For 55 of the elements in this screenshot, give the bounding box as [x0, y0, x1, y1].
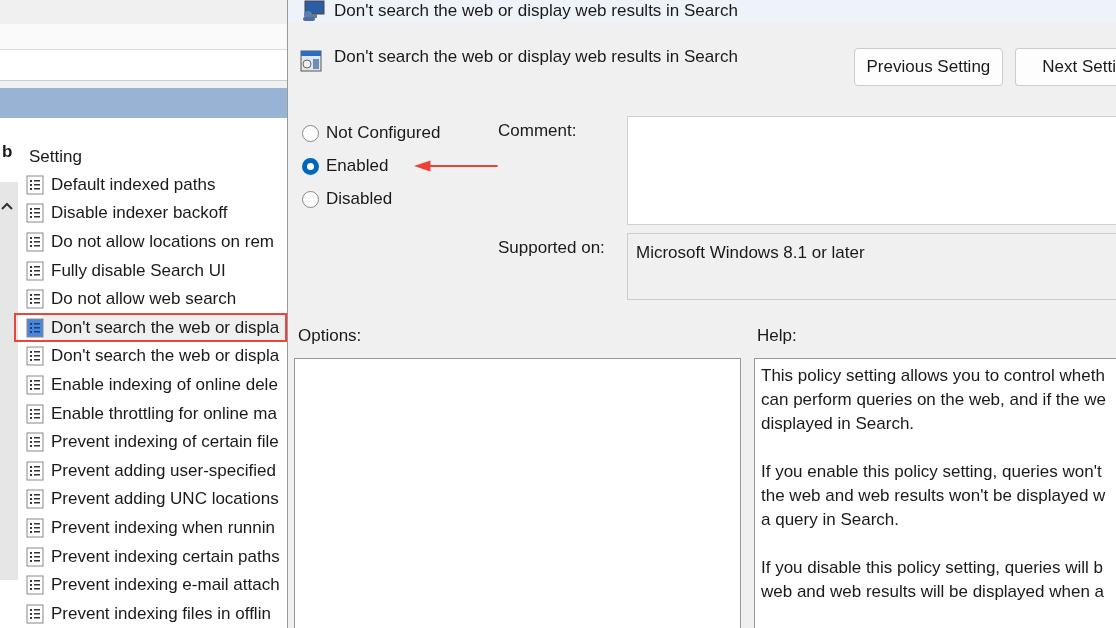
setting-item[interactable]: Disable indexer backoff — [14, 199, 287, 228]
document-icon — [26, 603, 44, 624]
setting-item[interactable]: Prevent indexing when runnin — [14, 513, 287, 543]
setting-item[interactable]: Prevent indexing certain paths — [14, 542, 287, 571]
radio-button[interactable]: Disabled — [302, 189, 393, 209]
document-icon — [26, 403, 44, 424]
help-paragraph: This policy setting allows you to control wheth can perform queries on the web, and if the we displayed in Search. — [761, 365, 1106, 435]
setting-item[interactable]: Prevent adding user-specified — [14, 456, 287, 486]
settings-window-icon — [300, 50, 322, 72]
document-icon — [26, 174, 44, 195]
setting-item[interactable]: Do not allow locations on rem — [14, 227, 287, 257]
radio-circle[interactable] — [302, 190, 319, 208]
document-icon — [26, 517, 44, 538]
document-icon — [26, 289, 44, 310]
help-paragraph: If you disable this policy setting, queries will b web and web results will be displayed when a — [761, 557, 1105, 603]
setting-item[interactable]: Don't search the web or displa — [14, 313, 287, 343]
setting-item[interactable]: Prevent indexing of certain file — [14, 427, 287, 457]
comment-label: Comment: — [498, 120, 578, 142]
window-title: Don't search the web or display web results in Search — [334, 1, 738, 21]
document-icon — [26, 203, 44, 224]
caret-icon[interactable] — [1, 201, 13, 210]
document-icon — [26, 232, 44, 252]
help-label: Help: — [757, 326, 797, 346]
supported-field: Microsoft Windows 8.1 or later — [627, 233, 1116, 300]
radio-circle[interactable] — [302, 157, 319, 175]
document-icon — [26, 575, 44, 596]
document-icon — [26, 317, 44, 338]
document-icon — [26, 546, 44, 567]
setting-item[interactable]: Do not allow web search — [14, 284, 287, 314]
help-paragraph: If you enable this policy setting, queries won't the web and web results won't be displayed w a query in Search. — [761, 461, 1106, 531]
setting-item[interactable]: Enable throttling for online ma — [14, 399, 287, 428]
setting-item[interactable]: Don't search the web or displa — [14, 342, 287, 371]
document-icon — [26, 346, 44, 367]
policy-heading: Don't search the web or display web results in Search — [334, 47, 738, 67]
setting-item[interactable]: Prevent indexing files in offlin — [14, 599, 287, 628]
document-icon — [26, 460, 44, 481]
nav-button[interactable]: Previous Setting — [853, 48, 1004, 86]
document-icon — [26, 260, 44, 281]
address-bar[interactable] — [0, 49, 287, 81]
document-icon — [26, 374, 44, 395]
column-header[interactable]: Setting — [26, 117, 82, 171]
comment-field[interactable] — [627, 116, 1116, 225]
supported-label: Supported on: — [498, 237, 606, 259]
options-label: Options: — [298, 326, 363, 346]
setting-item[interactable]: Enable indexing of online dele — [14, 370, 287, 400]
document-icon — [26, 432, 44, 453]
setting-item[interactable]: Prevent adding UNC locations — [14, 485, 287, 514]
radio-button[interactable]: Enabled — [302, 156, 389, 176]
nav-button[interactable]: Next Setti — [1015, 48, 1116, 86]
radio-circle[interactable] — [302, 124, 319, 142]
radio-button[interactable]: Not Configured — [302, 123, 441, 143]
computer-icon — [302, 0, 326, 22]
setting-item[interactable]: Fully disable Search UI — [14, 256, 287, 285]
document-icon — [26, 489, 44, 510]
setting-item[interactable]: Prevent indexing e-mail attach — [14, 570, 287, 600]
